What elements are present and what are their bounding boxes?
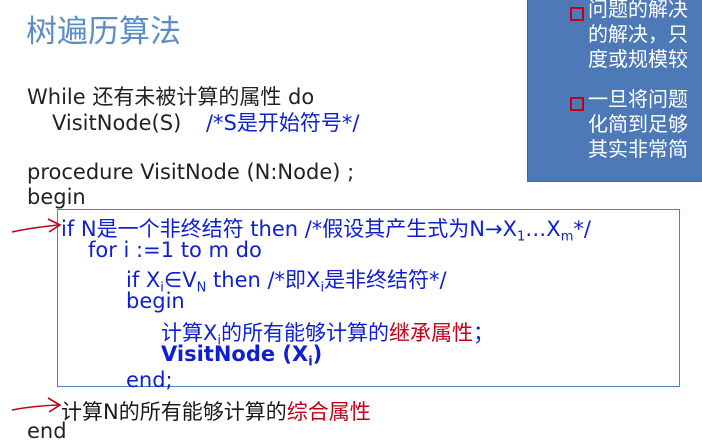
- synthesized-attribute-term: 综合属性: [286, 400, 371, 424]
- panel-item-2: 一旦将问题 化简到足够 其实非常简: [588, 87, 688, 162]
- inner-end-keyword: end;: [126, 368, 173, 392]
- bullet-square-icon: [570, 97, 584, 111]
- if-line-sub-m: m: [560, 229, 574, 245]
- panel-item-1: 问题的解决 的解决，只 度或规模较: [588, 0, 688, 72]
- inherited-attribute-term: 继承属性: [389, 321, 474, 345]
- panel-item-1-line-1: 问题的解决: [588, 0, 688, 21]
- visit-xi-text: VisitNode (X: [161, 342, 309, 366]
- panel-item-2-line-2: 化简到足够: [588, 112, 688, 136]
- calc-synthesized-line: 计算N的所有能够计算的综合属性: [61, 396, 371, 426]
- visit-xi-end: ): [312, 342, 323, 366]
- bullet-square-icon: [570, 7, 584, 21]
- side-panel: 问题的解决 的解决，只 度或规模较 一旦将问题 化简到足够 其实非常简: [527, 0, 702, 182]
- if-xi-d: 是非终结符*/: [324, 268, 447, 292]
- panel-item-1-line-2: 的解决，只: [588, 22, 688, 46]
- pointer-arrow-icon: [10, 394, 62, 418]
- procedure-line: procedure VisitNode (N:Node) ;: [27, 160, 355, 184]
- panel-item-2-line-3: 其实非常简: [588, 137, 688, 161]
- visit-start-comment: /*S是开始符号*/: [205, 111, 360, 135]
- if-line-end: */: [573, 217, 591, 241]
- for-loop-line: for i :=1 to m do: [88, 238, 262, 262]
- if-xi-b-sub: N: [196, 280, 207, 296]
- visit-start-line: VisitNode(S) /*S是开始符号*/: [52, 107, 359, 137]
- slide-title: 树遍历算法: [26, 14, 181, 50]
- panel-item-2-line-1: 一旦将问题: [588, 87, 688, 111]
- if-xi-c: then /*即X: [206, 268, 321, 292]
- calc-syn-prefix: 计算N的所有能够计算的: [61, 400, 287, 424]
- visit-xi-call: VisitNode (Xi): [161, 342, 322, 370]
- panel-item-1-line-3: 度或规模较: [588, 47, 688, 71]
- pointer-arrow-icon: [10, 216, 62, 238]
- visit-start-call: VisitNode(S): [52, 111, 182, 135]
- begin-keyword: begin: [27, 185, 86, 209]
- if-line-mid: …X: [525, 217, 561, 241]
- end-keyword: end: [27, 419, 67, 443]
- inner-begin-keyword: begin: [126, 289, 185, 313]
- calc-inh-suffix: ；: [473, 321, 495, 345]
